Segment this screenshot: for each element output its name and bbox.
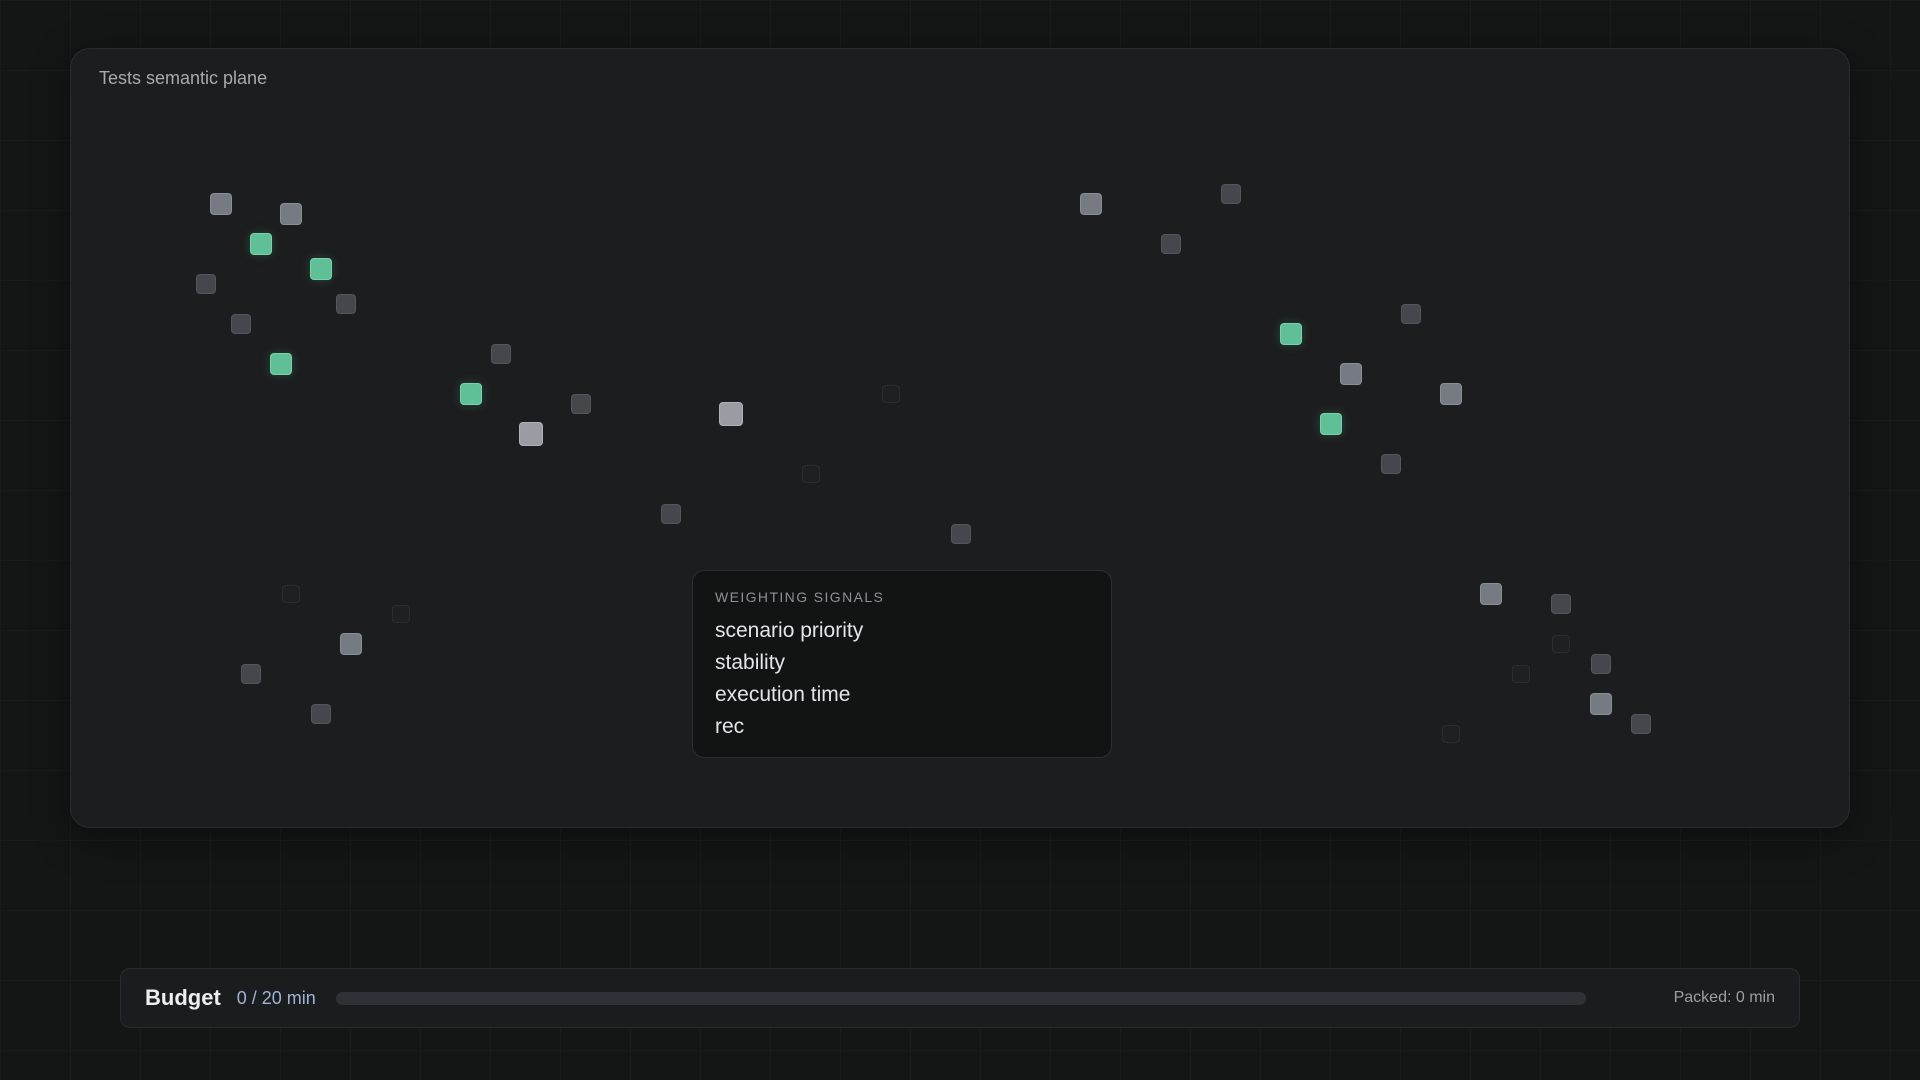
test-node[interactable] xyxy=(311,704,331,724)
selected-test-node[interactable] xyxy=(1280,323,1302,345)
weighting-signals-card: WEIGHTING SIGNALS scenario priority stab… xyxy=(692,570,1112,758)
signal-item: stability xyxy=(715,651,786,674)
test-node[interactable] xyxy=(1340,363,1362,385)
test-node[interactable] xyxy=(282,585,300,603)
test-node[interactable] xyxy=(1512,665,1530,683)
weighting-signals-title: WEIGHTING SIGNALS xyxy=(715,589,885,605)
budget-bar: Budget 0 / 20 min Packed: 0 min xyxy=(120,968,1800,1028)
test-node[interactable] xyxy=(280,203,302,225)
budget-value: 0 / 20 min xyxy=(236,987,316,1008)
signal-item: execution time xyxy=(715,683,851,706)
semantic-plane-panel: Tests semantic plane WEIGHTING SIGNALS s… xyxy=(70,48,1850,828)
weighting-signals-list: scenario priority stability execution ti… xyxy=(715,615,1089,743)
test-node[interactable] xyxy=(951,524,971,544)
selected-test-node[interactable] xyxy=(460,383,482,405)
selected-test-node[interactable] xyxy=(1320,413,1342,435)
test-node[interactable] xyxy=(1591,654,1611,674)
budget-packed: Packed: 0 min xyxy=(1673,989,1775,1006)
test-node[interactable] xyxy=(571,394,591,414)
test-node[interactable] xyxy=(661,504,681,524)
test-node[interactable] xyxy=(1442,725,1460,743)
test-node[interactable] xyxy=(1221,184,1241,204)
test-node[interactable] xyxy=(882,385,900,403)
signal-item: scenario priority xyxy=(715,619,864,642)
signal-item: rec xyxy=(715,715,745,738)
test-node[interactable] xyxy=(719,402,743,426)
test-node[interactable] xyxy=(340,633,362,655)
test-node[interactable] xyxy=(1161,234,1181,254)
test-node[interactable] xyxy=(1552,635,1570,653)
test-node[interactable] xyxy=(336,294,356,314)
test-node[interactable] xyxy=(1480,583,1502,605)
test-node[interactable] xyxy=(1440,383,1462,405)
test-node[interactable] xyxy=(231,314,251,334)
test-node[interactable] xyxy=(1401,304,1421,324)
test-node[interactable] xyxy=(1381,454,1401,474)
selected-test-node[interactable] xyxy=(250,233,272,255)
test-node[interactable] xyxy=(210,193,232,215)
test-node[interactable] xyxy=(392,605,410,623)
test-node[interactable] xyxy=(1551,594,1571,614)
selected-test-node[interactable] xyxy=(310,258,332,280)
test-node[interactable] xyxy=(196,274,216,294)
test-node[interactable] xyxy=(241,664,261,684)
budget-progress-track xyxy=(335,991,1586,1005)
test-node[interactable] xyxy=(1590,693,1612,715)
test-node[interactable] xyxy=(519,422,543,446)
test-node[interactable] xyxy=(491,344,511,364)
test-node[interactable] xyxy=(802,465,820,483)
test-node[interactable] xyxy=(1080,193,1102,215)
test-node[interactable] xyxy=(1631,714,1651,734)
budget-label: Budget xyxy=(145,985,221,1010)
selected-test-node[interactable] xyxy=(270,353,292,375)
